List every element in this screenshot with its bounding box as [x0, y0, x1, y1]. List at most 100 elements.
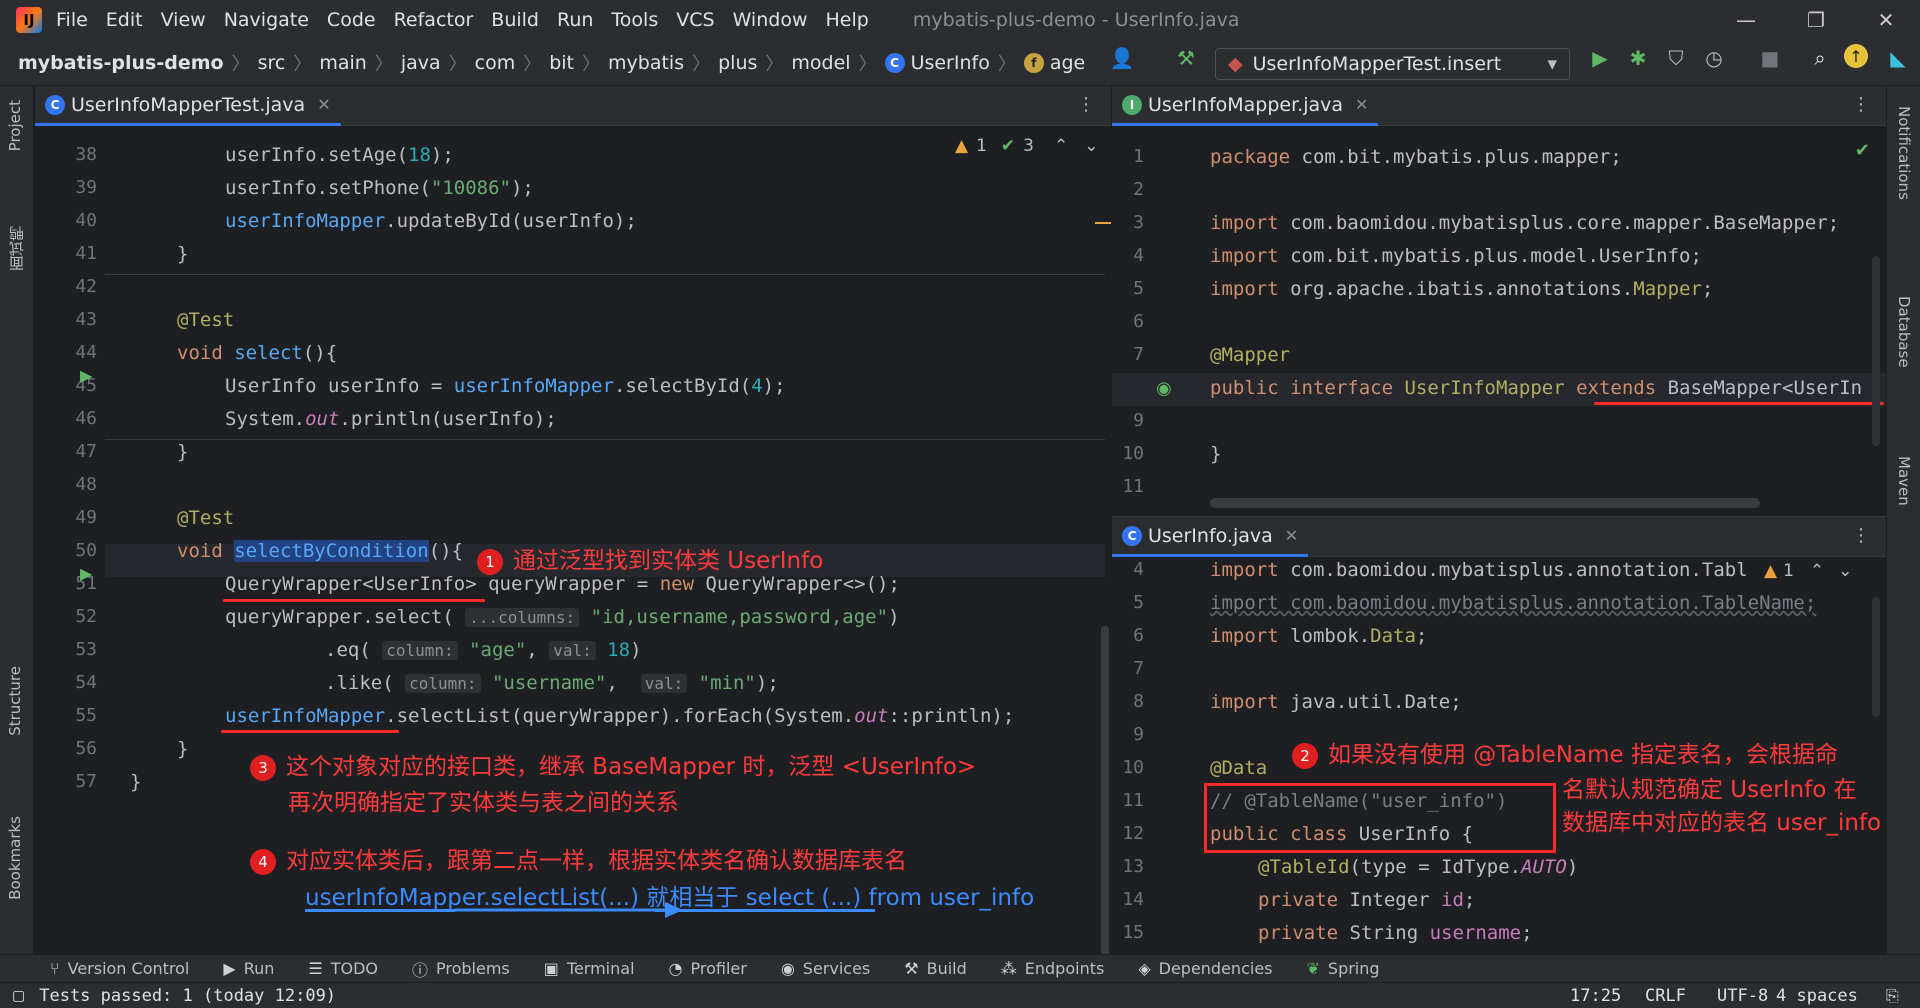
run-config-icon: ◆ — [1228, 53, 1243, 75]
tool-label: Endpoints — [1024, 959, 1105, 978]
profile-icon[interactable]: ◷ — [1700, 44, 1728, 72]
breadcrumb-mybatis[interactable]: mybatis — [608, 52, 684, 74]
right-bottom-code-area[interactable]: import com.baomidou.mybatisplus.annotati… — [1112, 557, 1886, 954]
right-top-code-area[interactable]: ◉ package com.bit.mybatis.plus.mapper; i… — [1112, 126, 1886, 516]
search-icon[interactable]: ⌕ — [1806, 44, 1834, 72]
minimize-icon[interactable]: — — [1716, 0, 1776, 40]
more-options-icon[interactable]: ⋮ — [1852, 94, 1870, 115]
version-control-tool-button[interactable]: ⑂ Version Control — [50, 959, 189, 978]
horizontal-scrollbar[interactable] — [1210, 498, 1760, 508]
coverage-icon[interactable]: ⛉ — [1662, 44, 1690, 72]
debug-icon[interactable]: ✱ — [1624, 44, 1652, 72]
database-tool-button[interactable]: Database — [1895, 296, 1913, 368]
line-separator[interactable]: CRLF — [1645, 986, 1686, 1006]
menu-run[interactable]: Run — [557, 9, 593, 31]
annotation-number: 1 — [477, 548, 503, 575]
left-code-area[interactable]: userInfo.setAge(18); userInfo.setPhone("… — [35, 126, 1111, 954]
endpoints-tool-button[interactable]: ⁂ Endpoints — [1001, 959, 1105, 978]
window-title: mybatis-plus-demo - UserInfo.java — [912, 9, 1240, 31]
tab-userinfo[interactable]: C UserInfo.java ✕ — [1112, 517, 1309, 557]
breadcrumb-bit[interactable]: bit — [549, 52, 574, 74]
annotation-1: 1 通过泛型找到实体类 UserInfo — [477, 541, 823, 575]
breadcrumb-main[interactable]: main — [319, 52, 366, 74]
code-line: QueryWrapper<UserInfo> queryWrapper = ne… — [225, 573, 900, 595]
terminal-tool-button[interactable]: ▣ Terminal — [544, 959, 635, 978]
dependencies-tool-button[interactable]: ◈ Dependencies — [1138, 959, 1272, 978]
menu-build[interactable]: Build — [491, 9, 539, 31]
update-icon[interactable]: ↑ — [1844, 44, 1868, 68]
plugin-icon[interactable]: ◣ — [1884, 44, 1912, 72]
file-encoding[interactable]: UTF-8 — [1717, 986, 1768, 1006]
tab-userinfomappertest[interactable]: C UserInfoMapperTest.java ✕ — [35, 86, 341, 126]
lock-icon[interactable]: ⎘ — [1886, 986, 1899, 1006]
menu-view[interactable]: View — [161, 9, 206, 31]
build-tool-button[interactable]: ⚒ Build — [904, 959, 967, 978]
bookmarks-tool-button[interactable]: Bookmarks — [6, 816, 24, 900]
status-message[interactable]: Tests passed: 1 (today 12:09) — [39, 986, 336, 1006]
code-line: } — [177, 243, 189, 265]
left-editor: C UserInfoMapperTest.java ✕ ⋮ 38 39 40 4… — [35, 86, 1111, 954]
maven-tool-button[interactable]: Maven — [1895, 456, 1913, 506]
profiler-icon: ◔ — [668, 959, 683, 978]
breadcrumb-age[interactable]: age — [1050, 52, 1085, 74]
structure-tool-button[interactable]: Structure — [6, 666, 24, 736]
project-tool-button[interactable]: Project — [6, 100, 24, 151]
breadcrumb-project[interactable]: mybatis-plus-demo — [18, 52, 224, 74]
services-tool-button[interactable]: ◉ Services — [781, 959, 870, 978]
spring-icon: ❦ — [1306, 959, 1320, 978]
chevron-down-icon[interactable]: ⌄ — [1838, 561, 1852, 581]
menu-file[interactable]: File — [56, 9, 88, 31]
list-icon: ☰ — [308, 959, 323, 978]
indent-setting[interactable]: 4 spaces — [1776, 986, 1858, 1006]
chevron-up-icon[interactable]: ⌃ — [1810, 561, 1824, 581]
menu-refactor[interactable]: Refactor — [394, 9, 474, 31]
profiler-tool-button[interactable]: ◔ Profiler — [669, 959, 747, 978]
restore-icon[interactable]: ❐ — [1786, 0, 1846, 40]
breadcrumb-com[interactable]: com — [475, 52, 516, 74]
close-icon[interactable]: ✕ — [317, 95, 330, 114]
vertical-scrollbar[interactable] — [1872, 256, 1880, 446]
caret-position[interactable]: 17:25 — [1570, 986, 1621, 1006]
implemented-gutter-icon[interactable]: ◉ — [1156, 378, 1172, 399]
vertical-scrollbar[interactable] — [1101, 626, 1109, 954]
breadcrumb-plus[interactable]: plus — [718, 52, 757, 74]
inspection-widget[interactable]: ▲ 1 ⌃ ⌄ — [1764, 561, 1852, 581]
menu-window[interactable]: Window — [733, 9, 808, 31]
menu-code[interactable]: Code — [327, 9, 376, 31]
todo-tool-button[interactable]: ☰ TODO — [308, 959, 378, 978]
tab-label: UserInfoMapper.java — [1148, 93, 1344, 116]
breadcrumb-src[interactable]: src — [258, 52, 286, 74]
menu-help[interactable]: Help — [825, 9, 868, 31]
stop-icon[interactable]: ■ — [1756, 44, 1784, 72]
menu-vcs[interactable]: VCS — [676, 9, 714, 31]
right-top-editor: I UserInfoMapper.java ✕ ⋮ 1 2 3 4 5 6 7 … — [1112, 86, 1886, 516]
close-icon[interactable]: ✕ — [1285, 526, 1298, 545]
account-icon[interactable]: 👤 — [1108, 44, 1136, 72]
tool-windows-icon[interactable]: ▢ — [12, 988, 25, 1004]
more-options-icon[interactable]: ⋮ — [1077, 94, 1095, 115]
breadcrumb-model[interactable]: model — [791, 52, 850, 74]
menu-edit[interactable]: Edit — [106, 9, 143, 31]
more-options-icon[interactable]: ⋮ — [1852, 525, 1870, 546]
run-configuration-select[interactable]: ◆ UserInfoMapperTest.insert ▾ — [1215, 48, 1570, 80]
run-tool-button[interactable]: ▶ Run — [223, 959, 274, 978]
build-hammer-icon[interactable]: ⚒ — [1172, 44, 1200, 72]
problems-tool-button[interactable]: ⓘ Problems — [412, 957, 510, 981]
intellij-logo-icon[interactable]: IJ — [16, 7, 42, 33]
vertical-scrollbar[interactable] — [1872, 597, 1880, 717]
branch-icon: ⑂ — [50, 959, 60, 978]
code-line: userInfo.setAge(18); — [225, 144, 454, 166]
mianshiya-tool-button[interactable]: 面试鸭 — [6, 226, 27, 271]
breadcrumb-userinfo[interactable]: UserInfo — [911, 52, 990, 74]
code-line: } — [1210, 443, 1222, 465]
breadcrumb-java[interactable]: java — [401, 52, 441, 74]
tab-userinfomapper[interactable]: I UserInfoMapper.java ✕ — [1112, 86, 1379, 126]
run-icon[interactable]: ▶ — [1586, 44, 1614, 72]
code-line: import org.apache.ibatis.annotations.Map… — [1210, 278, 1714, 300]
spring-tool-button[interactable]: ❦ Spring — [1307, 959, 1380, 978]
menu-navigate[interactable]: Navigate — [224, 9, 309, 31]
menu-tools[interactable]: Tools — [611, 9, 658, 31]
close-icon[interactable]: ✕ — [1355, 95, 1368, 114]
close-window-icon[interactable]: ✕ — [1856, 0, 1916, 40]
notifications-tool-button[interactable]: Notifications — [1895, 106, 1913, 200]
